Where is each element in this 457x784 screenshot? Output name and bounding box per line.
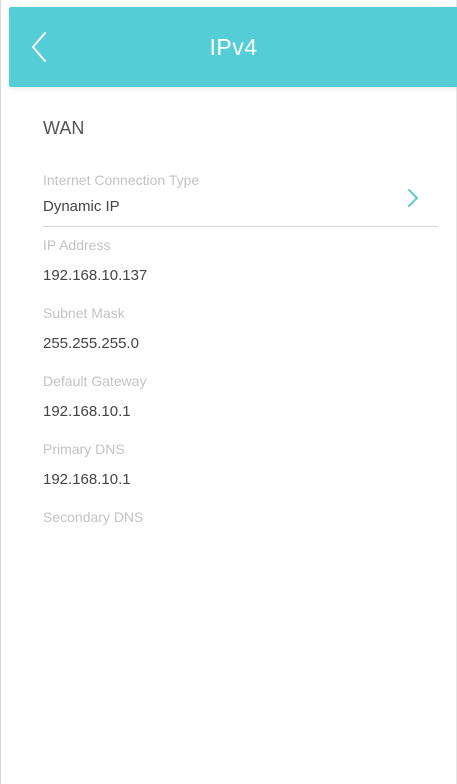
connection-type-value: Dynamic IP (43, 198, 120, 215)
primary-dns-label: Primary DNS (43, 441, 125, 457)
internet-connection-type-row[interactable]: Internet Connection Type Dynamic IP (43, 170, 438, 227)
secondary-dns-label: Secondary DNS (43, 509, 144, 525)
primary-dns-value: 192.168.10.1 (43, 471, 131, 488)
ip-address-label: IP Address (43, 237, 111, 253)
default-gateway-label: Default Gateway (43, 373, 147, 389)
ip-address-field: IP Address 192.168.10.137 (43, 235, 438, 289)
wan-settings: WAN Internet Connection Type Dynamic IP … (43, 110, 438, 535)
page-title: IPv4 (209, 34, 258, 60)
ip-address-value: 192.168.10.137 (43, 267, 148, 284)
section-title: WAN (43, 118, 85, 138)
app-screen: IPv4 WAN Internet Connection Type Dynami… (0, 0, 457, 784)
top-bar: IPv4 (9, 7, 457, 87)
secondary-dns-field: Secondary DNS (43, 507, 438, 527)
subnet-mask-label: Subnet Mask (43, 305, 125, 321)
primary-dns-field: Primary DNS 192.168.10.1 (43, 439, 438, 493)
default-gateway-value: 192.168.10.1 (43, 403, 131, 420)
subnet-mask-field: Subnet Mask 255.255.255.0 (43, 303, 438, 357)
default-gateway-field: Default Gateway 192.168.10.1 (43, 371, 438, 425)
connection-type-label: Internet Connection Type (43, 172, 200, 188)
chevron-right-icon (406, 186, 420, 210)
subnet-mask-value: 255.255.255.0 (43, 335, 139, 352)
